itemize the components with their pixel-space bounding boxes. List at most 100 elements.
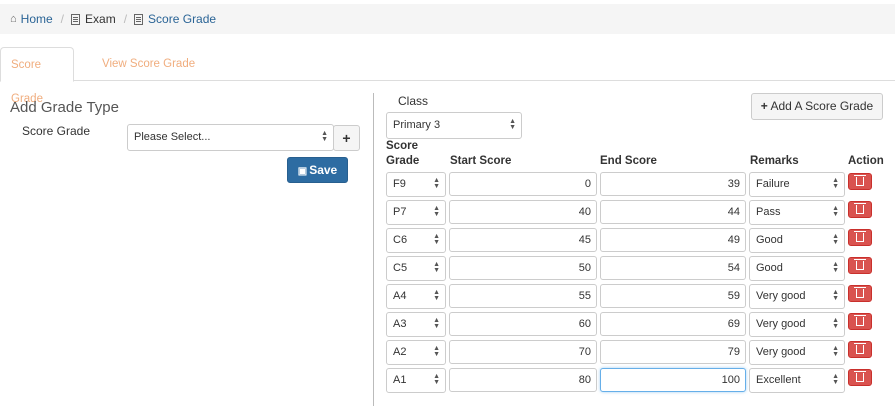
header-end-score: End Score (600, 155, 657, 167)
start-score-input[interactable]: 40 (449, 200, 597, 224)
end-score-input[interactable]: 79 (600, 340, 746, 364)
breadcrumb-exam-label[interactable]: Exam (85, 12, 116, 26)
save-button[interactable]: ▣ Save (287, 157, 348, 183)
remarks-select-value: Good (756, 262, 783, 274)
remarks-select[interactable]: Excellent ▲ ▼ (749, 368, 845, 393)
end-score-input[interactable]: 44 (600, 200, 746, 224)
remarks-select-value: Pass (756, 206, 781, 218)
remarks-select[interactable]: Good ▲ ▼ (749, 256, 845, 281)
grade-select[interactable]: C5 ▲ ▼ (386, 256, 446, 281)
delete-button[interactable] (848, 341, 872, 358)
start-score-input[interactable]: 45 (449, 228, 597, 252)
column-divider (373, 93, 374, 406)
trash-icon (854, 203, 866, 214)
tab-score-grade[interactable]: Score Grade (0, 47, 74, 105)
trash-icon (854, 371, 866, 382)
select-arrows-icon: ▲ ▼ (832, 289, 839, 302)
plus-icon: + (760, 99, 768, 113)
header-action: Action (848, 155, 884, 167)
delete-button[interactable] (848, 201, 872, 218)
delete-button[interactable] (848, 369, 872, 386)
grade-select-value: A4 (393, 290, 407, 302)
end-score-input[interactable]: 39 (600, 172, 746, 196)
breadcrumb-home-label[interactable]: Home (21, 12, 53, 26)
end-score-input[interactable]: 54 (600, 256, 746, 280)
trash-icon (854, 259, 866, 270)
class-label: Class (398, 94, 429, 108)
remarks-select-value: Very good (756, 346, 806, 358)
document-icon (71, 13, 81, 25)
form-title: Add Grade Type (10, 99, 119, 116)
remarks-select[interactable]: Very good ▲ ▼ (749, 284, 845, 309)
trash-icon (854, 315, 866, 326)
delete-button[interactable] (848, 285, 872, 302)
score-grade-select[interactable]: Please Select... ▲ ▼ (127, 124, 334, 151)
grade-select-value: C6 (393, 234, 408, 246)
grade-select[interactable]: A1 ▲ ▼ (386, 368, 446, 393)
select-arrows-icon: ▲ ▼ (433, 345, 440, 358)
add-grade-type-button[interactable]: + (333, 125, 360, 151)
select-arrows-icon: ▲ ▼ (433, 261, 440, 274)
delete-button[interactable] (848, 313, 872, 330)
grade-select-value: A3 (393, 318, 407, 330)
breadcrumb-separator: / (123, 12, 128, 26)
select-arrows-icon: ▲ ▼ (433, 289, 440, 302)
select-arrows-icon: ▲ ▼ (433, 233, 440, 246)
remarks-select[interactable]: Very good ▲ ▼ (749, 340, 845, 365)
select-arrows-icon: ▲ ▼ (321, 130, 328, 143)
score-grade-select-value: Please Select... (134, 131, 211, 143)
delete-button[interactable] (848, 257, 872, 274)
trash-icon (854, 175, 866, 186)
remarks-select[interactable]: Failure ▲ ▼ (749, 172, 845, 197)
grade-select[interactable]: F9 ▲ ▼ (386, 172, 446, 197)
breadcrumb-current-label[interactable]: Score Grade (148, 12, 216, 26)
tab-bar: Score Grade View Score Grade (0, 47, 895, 105)
floppy-icon: ▣ (297, 166, 308, 177)
select-arrows-icon: ▲ ▼ (433, 205, 440, 218)
end-score-input[interactable]: 69 (600, 312, 746, 336)
trash-icon (854, 343, 866, 354)
start-score-input[interactable]: 70 (449, 340, 597, 364)
grade-select[interactable]: A2 ▲ ▼ (386, 340, 446, 365)
start-score-input[interactable]: 55 (449, 284, 597, 308)
add-score-grade-label: Add A Score Grade (770, 99, 874, 113)
class-select[interactable]: Primary 3 ▲ ▼ (386, 112, 522, 139)
remarks-select-value: Good (756, 234, 783, 246)
start-score-input[interactable]: 0 (449, 172, 597, 196)
grade-select[interactable]: P7 ▲ ▼ (386, 200, 446, 225)
delete-button[interactable] (848, 229, 872, 246)
breadcrumb-exam[interactable]: Exam (71, 12, 116, 26)
start-score-input[interactable]: 60 (449, 312, 597, 336)
select-arrows-icon: ▲ ▼ (832, 177, 839, 190)
select-arrows-icon: ▲ ▼ (433, 373, 440, 386)
end-score-input[interactable]: 59 (600, 284, 746, 308)
grade-select-value: A2 (393, 346, 407, 358)
add-score-grade-button[interactable]: + Add A Score Grade (751, 93, 883, 120)
header-score: Score (386, 140, 418, 152)
header-start-score: Start Score (450, 155, 512, 167)
grade-select-value: A1 (393, 374, 407, 386)
select-arrows-icon: ▲ ▼ (832, 233, 839, 246)
remarks-select-value: Very good (756, 290, 806, 302)
grade-select-value: P7 (393, 206, 407, 218)
breadcrumb: ⌂ Home / Exam / Score Grade (0, 4, 895, 34)
breadcrumb-current[interactable]: Score Grade (134, 12, 216, 26)
start-score-input[interactable]: 50 (449, 256, 597, 280)
remarks-select-value: Very good (756, 318, 806, 330)
end-score-input[interactable]: 100 (600, 368, 746, 392)
select-arrows-icon: ▲ ▼ (832, 317, 839, 330)
grade-select[interactable]: A3 ▲ ▼ (386, 312, 446, 337)
breadcrumb-home[interactable]: ⌂ Home (10, 12, 53, 26)
select-arrows-icon: ▲ ▼ (832, 345, 839, 358)
tab-view-score-grade[interactable]: View Score Grade (90, 47, 207, 81)
remarks-select[interactable]: Pass ▲ ▼ (749, 200, 845, 225)
save-label: Save (309, 163, 338, 177)
remarks-select[interactable]: Very good ▲ ▼ (749, 312, 845, 337)
grade-select[interactable]: A4 ▲ ▼ (386, 284, 446, 309)
remarks-select[interactable]: Good ▲ ▼ (749, 228, 845, 253)
start-score-input[interactable]: 80 (449, 368, 597, 392)
end-score-input[interactable]: 49 (600, 228, 746, 252)
grade-select[interactable]: C6 ▲ ▼ (386, 228, 446, 253)
delete-button[interactable] (848, 173, 872, 190)
grade-select-value: C5 (393, 262, 408, 274)
